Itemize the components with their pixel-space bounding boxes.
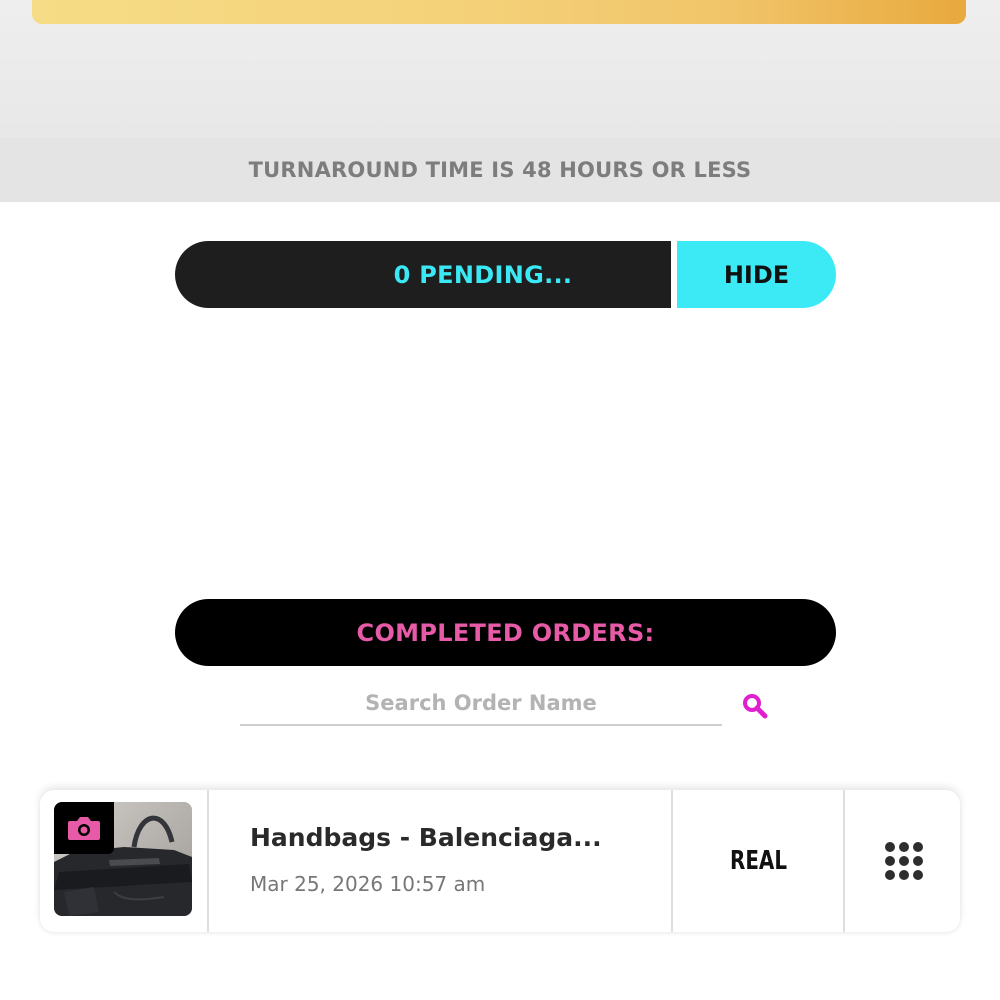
- order-row[interactable]: Handbags - Balenciaga... Mar 25, 2026 10…: [40, 790, 960, 932]
- gold-banner[interactable]: [32, 0, 966, 24]
- search-icon[interactable]: [741, 692, 769, 720]
- order-title: Handbags - Balenciaga...: [250, 823, 602, 852]
- turnaround-notice: TURNAROUND TIME IS 48 HOURS OR LESS: [0, 138, 1000, 202]
- hide-button[interactable]: HIDE: [677, 241, 836, 308]
- camera-badge[interactable]: [54, 802, 114, 854]
- turnaround-text: TURNAROUND TIME IS 48 HOURS OR LESS: [248, 158, 752, 182]
- camera-icon: [68, 817, 100, 840]
- order-result-cell: REAL: [675, 790, 845, 932]
- order-info-cell[interactable]: Handbags - Balenciaga... Mar 25, 2026 10…: [211, 790, 673, 932]
- grid-dots-icon: [884, 842, 923, 880]
- app-page: TURNAROUND TIME IS 48 HOURS OR LESS 0 PE…: [0, 0, 1000, 1000]
- order-date: Mar 25, 2026 10:57 am: [250, 872, 486, 896]
- completed-orders-label: COMPLETED ORDERS:: [356, 618, 655, 647]
- pending-status: 0 PENDING...: [175, 241, 671, 308]
- header-area: [0, 0, 1000, 138]
- search-input[interactable]: [240, 682, 722, 726]
- completed-orders-header: COMPLETED ORDERS:: [175, 599, 836, 666]
- hide-button-label: HIDE: [723, 260, 790, 289]
- order-menu-button[interactable]: [847, 790, 960, 932]
- pending-label: 0 PENDING...: [393, 260, 573, 289]
- order-thumbnail-cell: [40, 790, 209, 932]
- order-result: REAL: [730, 846, 788, 876]
